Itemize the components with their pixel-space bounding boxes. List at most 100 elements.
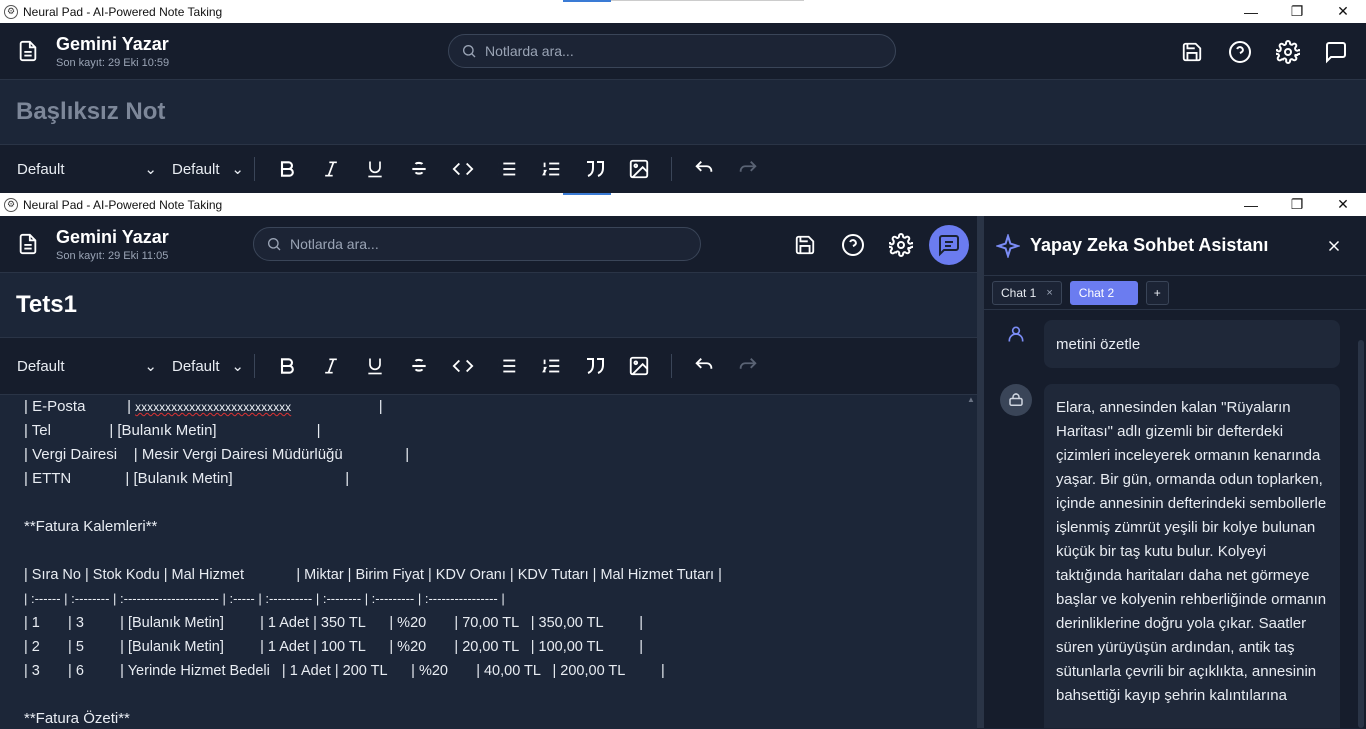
help-button[interactable] (1220, 32, 1260, 72)
close-button[interactable]: ✕ (1320, 0, 1366, 23)
bullet-list-button[interactable] (485, 348, 529, 384)
chat-button[interactable] (1316, 32, 1356, 72)
search-icon (268, 238, 281, 251)
image-icon (629, 356, 649, 376)
save-icon (1182, 42, 1202, 61)
gear-icon (889, 232, 913, 257)
font-select[interactable]: Default ⌄ (17, 357, 157, 376)
save-button[interactable] (1172, 32, 1212, 72)
chevron-down-icon: ⌄ (144, 161, 157, 178)
last-saved: Son kayıt: 29 Eki 10:59 (56, 56, 170, 69)
bold-button[interactable] (265, 348, 309, 384)
scroll-up-icon[interactable]: ▲ (967, 395, 975, 404)
window-title: Neural Pad - AI-Powered Note Taking (23, 197, 223, 212)
chat-button-active[interactable] (929, 224, 969, 265)
chat-icon (1326, 41, 1346, 63)
chat-tabs: Chat 1 × Chat 2 + (984, 276, 1366, 310)
underline-button[interactable] (353, 348, 397, 384)
settings-button[interactable] (881, 225, 921, 265)
divider (254, 354, 255, 378)
underline-icon (368, 358, 382, 375)
search-input[interactable]: Notlarda ara... (448, 34, 896, 68)
size-select-value: Default (172, 160, 220, 178)
editor-line-text: | E-Posta | (24, 398, 136, 415)
image-button[interactable] (617, 348, 661, 384)
search-input[interactable]: Notlarda ara... (253, 227, 701, 261)
titlebar: ⚙ Neural Pad - AI-Powered Note Taking — … (0, 193, 1366, 216)
format-toolbar: Default ⌄ Default ⌄ (0, 145, 1366, 193)
ai-avatar (1000, 384, 1032, 416)
bold-button[interactable] (265, 151, 309, 187)
size-select-value: Default (172, 357, 220, 375)
code-button[interactable] (441, 348, 485, 384)
italic-button[interactable] (309, 348, 353, 384)
minimize-button[interactable]: — (1228, 193, 1274, 216)
settings-button[interactable] (1268, 32, 1308, 72)
redo-button[interactable] (726, 348, 770, 384)
taskbar-indicator-line (611, 0, 804, 1)
window-title: Neural Pad - AI-Powered Note Taking (23, 4, 223, 19)
save-button[interactable] (785, 225, 825, 265)
document-icon (19, 233, 37, 255)
last-saved: Son kayıt: 29 Eki 11:05 (56, 249, 169, 262)
bold-icon (280, 161, 294, 177)
redo-button[interactable] (726, 151, 770, 187)
bullet-list-button[interactable] (485, 151, 529, 187)
font-select[interactable]: Default ⌄ (17, 160, 157, 179)
minimize-button[interactable]: — (1228, 0, 1274, 23)
chat-tab-2[interactable]: Chat 2 (1069, 280, 1138, 305)
strikethrough-button[interactable] (397, 348, 441, 384)
strikethrough-button[interactable] (397, 151, 441, 187)
note-editor[interactable]: | E-Posta | xxxxxxxxxxxxxxxxxxxxxxxxxx |… (0, 395, 977, 729)
chat-scrollbar[interactable] (1358, 340, 1364, 728)
size-select[interactable]: Default ⌄ (172, 357, 244, 376)
size-select[interactable]: Default ⌄ (172, 160, 244, 179)
chevron-down-icon: ⌄ (231, 161, 244, 178)
undo-icon (695, 161, 713, 172)
brand-name: Gemini Yazar (56, 226, 169, 247)
app-icon: ⚙ (4, 4, 18, 19)
brand-name: Gemini Yazar (56, 33, 169, 54)
chat-close-button[interactable] (1322, 234, 1346, 258)
code-icon (452, 359, 474, 373)
editor-scrollbar[interactable]: ▲ (967, 395, 975, 729)
ai-message: Elara, annesinden kalan "Rüyaların Harit… (1044, 384, 1340, 728)
chat-icon (939, 234, 959, 256)
titlebar: ⚙ Neural Pad - AI-Powered Note Taking — … (0, 0, 1366, 23)
quote-button[interactable] (573, 348, 617, 384)
divider (254, 157, 255, 181)
code-button[interactable] (441, 151, 485, 187)
app-icon: ⚙ (4, 197, 18, 212)
restore-button[interactable]: ❐ (1274, 193, 1320, 216)
divider (671, 354, 672, 378)
underline-button[interactable] (353, 151, 397, 187)
numbered-list-button[interactable] (529, 348, 573, 384)
add-chat-tab-button[interactable]: + (1145, 280, 1169, 305)
undo-button[interactable] (682, 348, 726, 384)
note-title[interactable]: Tets1 (0, 273, 977, 338)
italic-icon (325, 161, 337, 177)
note-title[interactable]: Başlıksız Not (0, 80, 1366, 145)
close-button[interactable]: ✕ (1320, 193, 1366, 216)
quote-button[interactable] (573, 151, 617, 187)
email-line-tail: | (291, 398, 383, 415)
restore-button[interactable]: ❐ (1274, 0, 1320, 23)
numbered-list-button[interactable] (529, 151, 573, 187)
bullet-list-icon (498, 162, 516, 176)
help-button[interactable] (833, 225, 873, 265)
tab-close-icon[interactable]: × (1046, 287, 1052, 299)
chat-messages: metini özetle Elara, annesinden kalan "R… (984, 310, 1366, 728)
undo-button[interactable] (682, 151, 726, 187)
close-icon (1328, 240, 1340, 252)
numbered-list-icon (542, 359, 560, 373)
chat-tab-label: Chat 2 (1078, 285, 1115, 300)
italic-button[interactable] (309, 151, 353, 187)
email-value: xxxxxxxxxxxxxxxxxxxxxxxxxx (135, 400, 292, 414)
editor-line: | 3 | 6 | Yerinde Hizmet Bedeli | 1 Adet… (24, 663, 665, 679)
chat-tab-1[interactable]: Chat 1 × (992, 280, 1062, 305)
quote-icon (587, 358, 604, 374)
font-select-value: Default (17, 357, 65, 375)
image-button[interactable] (617, 151, 661, 187)
italic-icon (325, 358, 337, 374)
